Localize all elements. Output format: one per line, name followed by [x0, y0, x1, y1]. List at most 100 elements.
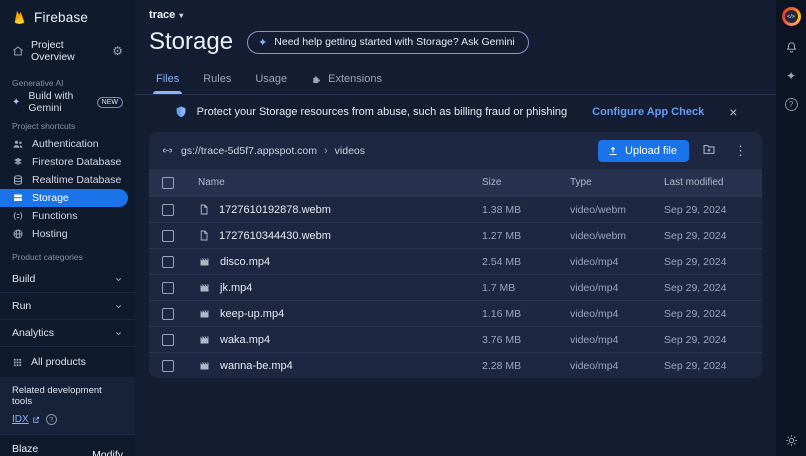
shortcut-label: Firestore Database	[32, 156, 121, 168]
upload-file-button[interactable]: Upload file	[598, 140, 689, 162]
table-row[interactable]: 1727610344430.webm 1.27 MB video/webm Se…	[149, 222, 762, 248]
sidebar-item-firestore-database[interactable]: Firestore Database	[0, 153, 135, 171]
table-header: Name Size Type Last modified	[149, 169, 762, 196]
link-icon	[161, 144, 174, 157]
file-icon	[198, 229, 210, 242]
close-icon[interactable]: ×	[729, 105, 737, 119]
upload-label: Upload file	[625, 145, 677, 157]
file-size: 2.54 MB	[482, 256, 570, 268]
tab-bar: Files Rules Usage Extensions	[135, 65, 776, 95]
topbar: trace ▾	[135, 0, 776, 23]
file-type: video/mp4	[570, 334, 664, 346]
row-checkbox[interactable]	[162, 334, 174, 346]
account-avatar[interactable]: </>	[782, 7, 801, 26]
tab-extensions[interactable]: Extensions	[300, 65, 393, 94]
select-all-checkbox[interactable]	[162, 177, 174, 189]
firebase-brand[interactable]: Firebase	[0, 0, 135, 33]
sidebar-item-project-overview[interactable]: Project Overview ⚙	[0, 33, 135, 69]
file-size: 2.28 MB	[482, 360, 570, 372]
row-checkbox[interactable]	[162, 282, 174, 294]
folder-plus-icon	[702, 142, 716, 156]
project-overview-label: Project Overview	[31, 39, 105, 63]
category-build[interactable]: Build	[0, 266, 135, 293]
sidebar-item-realtime-database[interactable]: Realtime Database	[0, 171, 135, 189]
row-checkbox[interactable]	[162, 360, 174, 372]
file-name: 1727610344430.webm	[219, 230, 331, 242]
table-row[interactable]: keep-up.mp4 1.16 MB video/mp4 Sep 29, 20…	[149, 300, 762, 326]
file-name-cell: 1727610192878.webm	[198, 203, 482, 216]
row-checkbox[interactable]	[162, 308, 174, 320]
file-size: 1.27 MB	[482, 230, 570, 242]
file-browser-card: gs://trace-5d5f7.appspot.com › videos Up…	[149, 132, 762, 378]
bucket-path[interactable]: gs://trace-5d5f7.appspot.com	[181, 145, 317, 157]
project-selector[interactable]: trace ▾	[149, 9, 183, 21]
tab-rules[interactable]: Rules	[192, 65, 242, 94]
file-name-cell: jk.mp4	[198, 282, 482, 294]
firestore-icon	[12, 156, 24, 168]
table-row[interactable]: 1727610192878.webm 1.38 MB video/webm Se…	[149, 196, 762, 222]
help-icon[interactable]: ?	[785, 98, 798, 111]
help-icon[interactable]: ?	[46, 414, 57, 425]
table-row[interactable]: waka.mp4 3.76 MB video/mp4 Sep 29, 2024	[149, 326, 762, 352]
sidebar-item-authentication[interactable]: Authentication	[0, 135, 135, 153]
storage-bucket-icon	[12, 192, 24, 204]
firebase-flame-icon	[12, 9, 27, 26]
external-link-icon	[32, 416, 40, 424]
create-folder-button[interactable]	[697, 139, 721, 162]
file-type: video/webm	[570, 204, 664, 216]
video-icon	[198, 360, 211, 372]
column-type[interactable]: Type	[570, 177, 664, 188]
sidebar-item-all-products[interactable]: All products	[0, 347, 135, 377]
idx-link[interactable]: IDX	[12, 414, 40, 425]
row-checkbox[interactable]	[162, 256, 174, 268]
more-vertical-icon: ⋮	[734, 143, 747, 158]
column-size[interactable]: Size	[482, 177, 570, 188]
column-modified[interactable]: Last modified	[664, 177, 752, 188]
file-type: video/mp4	[570, 308, 664, 320]
generative-ai-label: Generative AI	[0, 69, 135, 92]
video-icon	[198, 282, 211, 294]
file-size: 1.7 MB	[482, 282, 570, 294]
notifications-bell-icon[interactable]	[785, 41, 798, 54]
tab-files[interactable]: Files	[145, 65, 190, 94]
configure-app-check-link[interactable]: Configure App Check	[592, 106, 704, 118]
column-name[interactable]: Name	[198, 177, 482, 188]
table-row[interactable]: wanna-be.mp4 2.28 MB video/mp4 Sep 29, 2…	[149, 352, 762, 378]
spark-icon[interactable]: ✦	[786, 69, 796, 83]
sidebar-item-build-with-gemini[interactable]: ✦ Build with Gemini NEW	[0, 92, 135, 112]
file-name-cell: waka.mp4	[198, 334, 482, 346]
file-modified: Sep 29, 2024	[664, 204, 752, 216]
row-checkbox[interactable]	[162, 230, 174, 242]
table-row[interactable]: disco.mp4 2.54 MB video/mp4 Sep 29, 2024	[149, 248, 762, 274]
file-name-cell: keep-up.mp4	[198, 308, 482, 320]
category-analytics[interactable]: Analytics	[0, 320, 135, 347]
file-size: 1.16 MB	[482, 308, 570, 320]
sidebar-item-hosting[interactable]: Hosting	[0, 225, 135, 243]
billing-plan-row: Blaze Pay as you go Modify	[0, 434, 135, 456]
project-shortcuts-nav: Authentication Firestore Database Realti…	[0, 135, 135, 243]
row-checkbox[interactable]	[162, 204, 174, 216]
gear-icon[interactable]: ⚙	[112, 44, 123, 58]
modify-plan-button[interactable]: Modify	[92, 449, 123, 456]
page-title: Storage	[149, 28, 233, 56]
related-tools-label: Related development tools	[12, 385, 123, 407]
file-browser-toolbar: gs://trace-5d5f7.appspot.com › videos Up…	[149, 132, 762, 169]
chevron-down-icon	[114, 302, 123, 311]
category-run[interactable]: Run	[0, 293, 135, 320]
file-modified: Sep 29, 2024	[664, 256, 752, 268]
shortcut-label: Storage	[32, 192, 69, 204]
project-name: trace	[149, 9, 175, 21]
shortcut-label: Realtime Database	[32, 174, 121, 186]
ask-gemini-button[interactable]: ✦ Need help getting started with Storage…	[247, 31, 529, 54]
tab-usage[interactable]: Usage	[244, 65, 298, 94]
sidebar-item-storage[interactable]: Storage	[0, 189, 128, 207]
table-row[interactable]: jk.mp4 1.7 MB video/mp4 Sep 29, 2024	[149, 274, 762, 300]
file-name: jk.mp4	[220, 282, 252, 294]
file-name: wanna-be.mp4	[220, 360, 293, 372]
theme-sun-icon[interactable]	[785, 434, 798, 447]
file-name: 1727610192878.webm	[219, 204, 331, 216]
sidebar-item-functions[interactable]: Functions	[0, 207, 135, 225]
related-tools-panel: Related development tools IDX ?	[0, 377, 135, 434]
more-options-button[interactable]: ⋮	[729, 140, 752, 162]
chevron-down-icon	[114, 329, 123, 338]
